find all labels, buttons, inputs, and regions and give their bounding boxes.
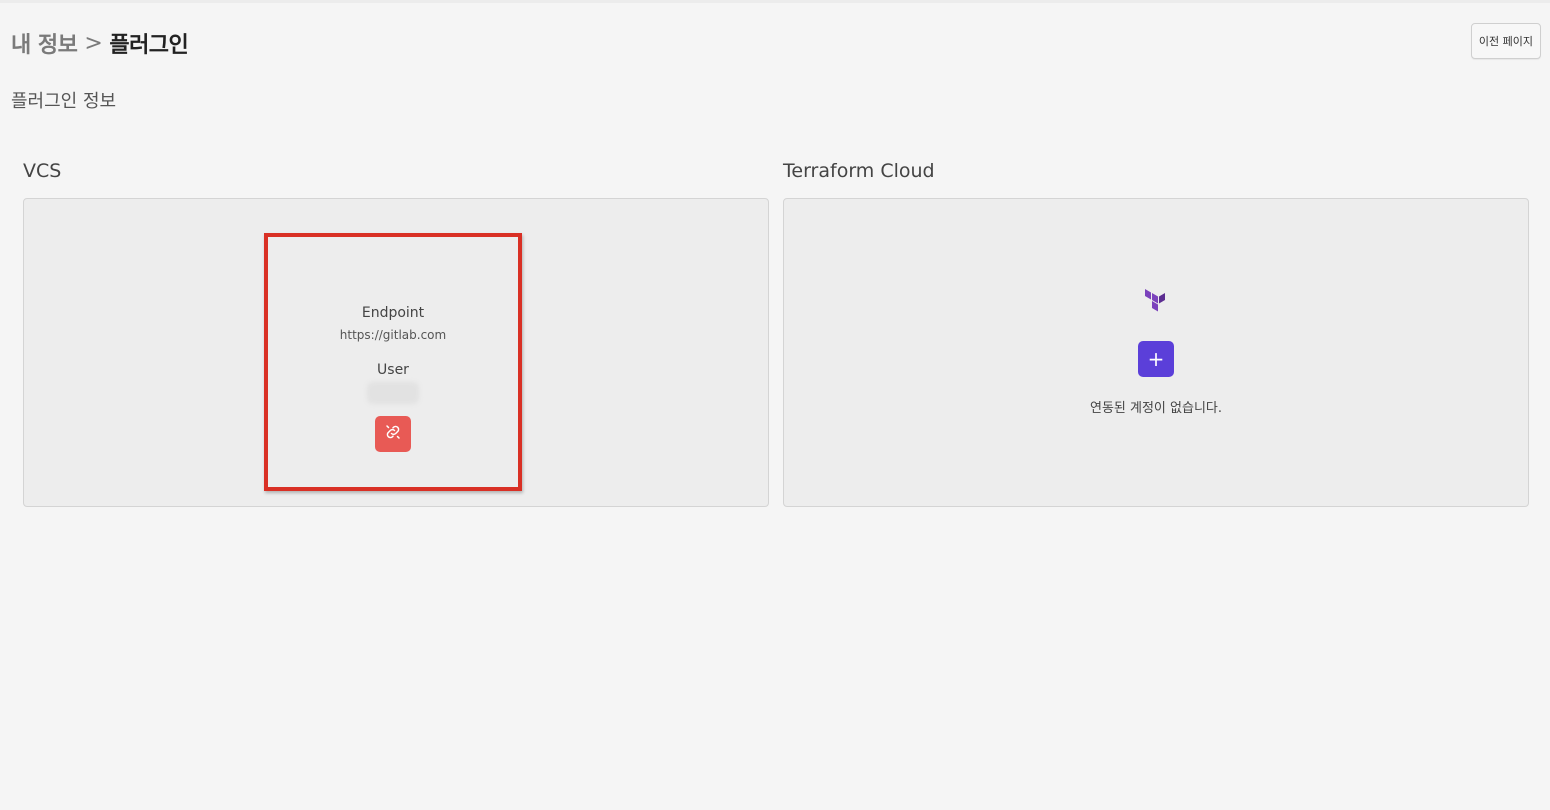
plugin-page: 내 정보 > 플러그인 이전 페이지 플러그인 정보 VCS Endpoint … <box>0 0 1550 810</box>
endpoint-label: Endpoint <box>361 305 425 321</box>
empty-account-message: 연동된 계정이 없습니다. <box>1090 401 1222 416</box>
breadcrumb: 내 정보 > 플러그인 <box>11 27 189 59</box>
back-button[interactable]: 이전 페이지 <box>1470 23 1541 59</box>
terraform-empty-state: + 연동된 계정이 없습니다. <box>784 289 1528 416</box>
breadcrumb-separator: > <box>84 30 103 56</box>
breadcrumb-parent-my-info[interactable]: 내 정보 <box>11 27 78 59</box>
vcs-panel: Endpoint https://gitlab.com User <box>23 198 769 507</box>
endpoint-value: https://gitlab.com <box>339 328 447 342</box>
unlink-icon <box>384 423 402 445</box>
section-title: 플러그인 정보 <box>11 91 117 112</box>
terraform-logo-icon <box>1142 289 1170 321</box>
vcs-connection-info: Endpoint https://gitlab.com User <box>264 233 522 491</box>
terraform-panel-title: Terraform Cloud <box>783 160 935 182</box>
terraform-panel: + 연동된 계정이 없습니다. <box>783 198 1529 507</box>
user-value-redacted <box>367 382 419 404</box>
breadcrumb-current-plugin: 플러그인 <box>109 33 189 58</box>
vcs-panel-title: VCS <box>23 160 62 182</box>
unlink-button[interactable] <box>375 416 411 452</box>
add-terraform-account-button[interactable]: + <box>1138 341 1174 377</box>
user-label: User <box>377 362 409 378</box>
